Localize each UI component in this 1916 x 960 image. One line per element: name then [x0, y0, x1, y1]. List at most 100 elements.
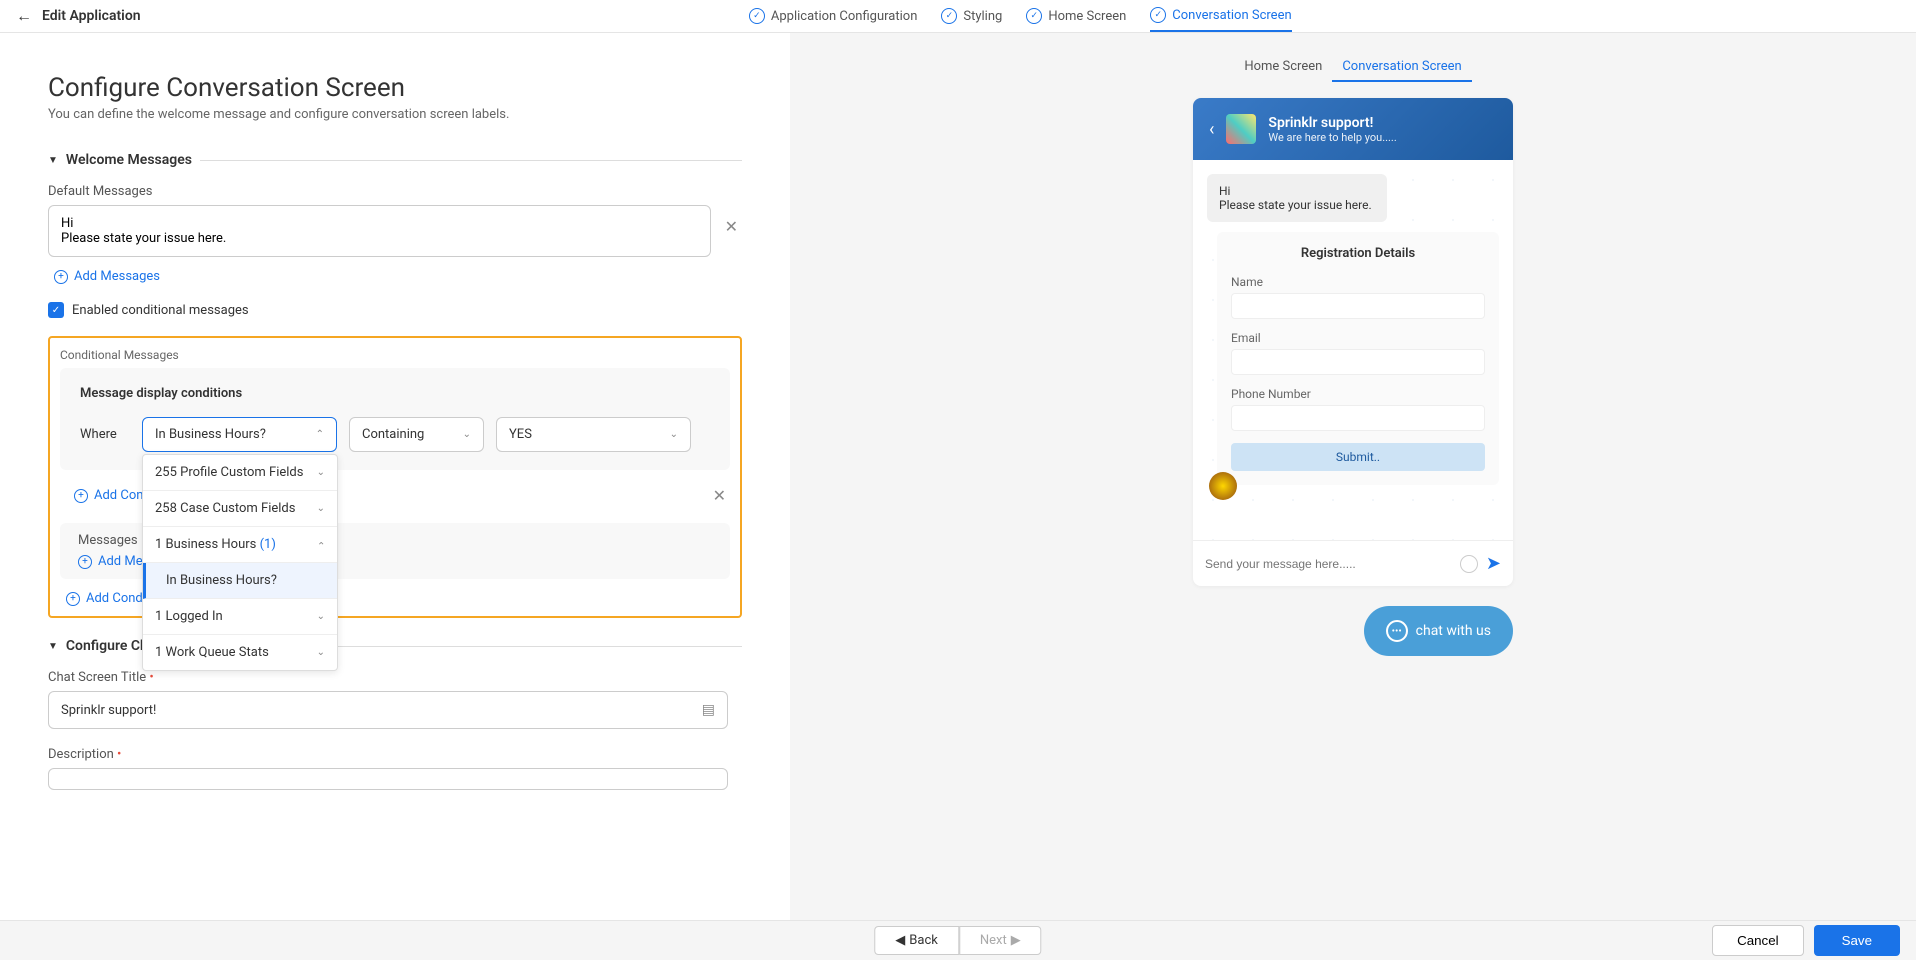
chevron-down-icon: ⌄ — [317, 611, 325, 622]
condition-value-select[interactable]: YES ⌄ — [496, 417, 691, 452]
input-value: Sprinklr support! — [61, 703, 156, 718]
tab-label: Conversation Screen — [1172, 8, 1291, 23]
chevron-down-icon: ⌄ — [317, 503, 325, 514]
chat-preview: ‹ Sprinklr support! We are here to help … — [1193, 98, 1513, 586]
header-title: Edit Application — [42, 8, 141, 24]
dropdown-option-case[interactable]: 258 Case Custom Fields ⌄ — [143, 491, 337, 527]
remove-message-button[interactable]: ✕ — [721, 213, 742, 240]
dropdown-option-logged-in[interactable]: 1 Logged In ⌄ — [143, 599, 337, 635]
save-button[interactable]: Save — [1814, 925, 1900, 956]
reg-email-input[interactable] — [1231, 349, 1485, 375]
dropdown-option-work-queue[interactable]: 1 Work Queue Stats ⌄ — [143, 635, 337, 670]
dropdown-option-profile[interactable]: 255 Profile Custom Fields ⌄ — [143, 455, 337, 491]
option-label: In Business Hours? — [166, 573, 277, 588]
tab-label: Styling — [963, 9, 1002, 24]
condition-operator-select[interactable]: Containing ⌄ — [349, 417, 484, 452]
page-subtitle: You can define the welcome message and c… — [48, 107, 742, 122]
caret-down-icon[interactable]: ▼ — [48, 641, 58, 652]
cancel-button[interactable]: Cancel — [1712, 925, 1804, 956]
dropdown-option-in-business-hours[interactable]: In Business Hours? — [143, 563, 337, 599]
select-value: Containing — [362, 427, 424, 442]
reg-phone-label: Phone Number — [1231, 387, 1485, 401]
chevron-down-icon: ⌄ — [670, 429, 678, 440]
option-label: 255 Profile Custom Fields — [155, 465, 303, 480]
dropdown-option-business-hours[interactable]: 1 Business Hours (1) ⌄ — [143, 527, 337, 563]
check-icon: ✓ — [1150, 7, 1166, 23]
bubble-line: Hi — [1219, 184, 1375, 198]
preview-tab-conversation[interactable]: Conversation Screen — [1332, 53, 1471, 82]
button-label: Back — [909, 933, 938, 948]
required-icon: • — [117, 747, 121, 762]
plus-icon: + — [74, 489, 88, 503]
chat-title: Sprinklr support! — [1268, 115, 1396, 131]
where-label: Where — [80, 427, 130, 442]
caret-down-icon[interactable]: ▼ — [48, 155, 58, 166]
chat-subtitle: We are here to help you..... — [1268, 131, 1396, 144]
page-title: Configure Conversation Screen — [48, 73, 742, 103]
chat-message-input[interactable] — [1205, 557, 1452, 571]
chat-avatar — [1226, 114, 1256, 144]
checkbox-label: Enabled conditional messages — [72, 303, 249, 318]
description-label: Description — [48, 747, 114, 762]
field-dropdown: 255 Profile Custom Fields ⌄ 258 Case Cus… — [142, 454, 338, 671]
divider — [200, 160, 742, 161]
chat-fab[interactable]: ••• chat with us — [1364, 606, 1513, 656]
submit-button[interactable]: Submit.. — [1231, 443, 1485, 471]
chat-message-bubble: Hi Please state your issue here. — [1207, 174, 1387, 222]
reg-name-input[interactable] — [1231, 293, 1485, 319]
fab-label: chat with us — [1416, 623, 1491, 639]
check-icon: ✓ — [1026, 8, 1042, 24]
chat-title-label: Chat Screen Title — [48, 670, 146, 685]
check-icon: ✓ — [749, 8, 765, 24]
conditions-title: Message display conditions — [80, 386, 710, 401]
plus-icon: + — [78, 555, 92, 569]
plus-icon: + — [66, 592, 80, 606]
reg-name-label: Name — [1231, 275, 1485, 289]
section-title: Welcome Messages — [66, 152, 192, 168]
tab-conversation-screen[interactable]: ✓ Conversation Screen — [1150, 0, 1291, 32]
check-icon: ✓ — [941, 8, 957, 24]
translate-icon[interactable]: ▤ — [702, 702, 715, 718]
tab-label: Application Configuration — [771, 9, 917, 24]
tab-label: Home Screen — [1048, 9, 1126, 24]
back-button[interactable]: ◀ Back — [874, 926, 959, 955]
chat-icon: ••• — [1386, 620, 1408, 642]
add-messages-button[interactable]: + Add Messages — [54, 269, 742, 284]
emoji-icon[interactable] — [1460, 555, 1478, 573]
enable-conditional-checkbox[interactable]: ✓ — [48, 302, 64, 318]
description-input[interactable] — [48, 768, 728, 790]
remove-condition-button[interactable]: ✕ — [709, 482, 730, 509]
chevron-down-icon: ⌄ — [317, 647, 325, 658]
chevron-down-icon: ⌄ — [317, 467, 325, 478]
required-icon: • — [149, 670, 153, 685]
reg-email-label: Email — [1231, 331, 1485, 345]
option-label: 1 Work Queue Stats — [155, 645, 269, 660]
bubble-line: Please state your issue here. — [1219, 198, 1375, 212]
tab-app-config[interactable]: ✓ Application Configuration — [749, 0, 917, 32]
condition-field-select[interactable]: In Business Hours? ⌃ — [142, 417, 337, 452]
button-label: Next — [980, 933, 1007, 948]
conditional-messages-label: Conditional Messages — [60, 348, 730, 362]
triangle-left-icon: ◀ — [895, 933, 905, 948]
chevron-up-icon: ⌄ — [317, 539, 325, 550]
preview-tab-home[interactable]: Home Screen — [1234, 53, 1332, 82]
chevron-up-icon: ⌃ — [316, 429, 324, 440]
plus-icon: + — [54, 270, 68, 284]
option-label: 1 Logged In — [155, 609, 223, 624]
chat-back-icon[interactable]: ‹ — [1209, 119, 1214, 140]
default-messages-label: Default Messages — [48, 184, 742, 199]
chat-title-input[interactable]: Sprinklr support! ▤ — [48, 691, 728, 729]
option-label: 258 Case Custom Fields — [155, 501, 295, 516]
next-button[interactable]: Next ▶ — [959, 926, 1042, 955]
back-arrow-icon[interactable]: ← — [16, 6, 32, 26]
select-value: YES — [509, 427, 532, 442]
tab-home-screen[interactable]: ✓ Home Screen — [1026, 0, 1126, 32]
send-icon[interactable]: ➤ — [1486, 553, 1501, 574]
reg-phone-input[interactable] — [1231, 405, 1485, 431]
select-value: In Business Hours? — [155, 427, 266, 442]
reg-title: Registration Details — [1231, 246, 1485, 261]
default-message-input[interactable]: Hi Please state your issue here. — [48, 205, 711, 257]
tab-styling[interactable]: ✓ Styling — [941, 0, 1002, 32]
chevron-down-icon: ⌄ — [463, 429, 471, 440]
bot-avatar — [1209, 472, 1237, 500]
